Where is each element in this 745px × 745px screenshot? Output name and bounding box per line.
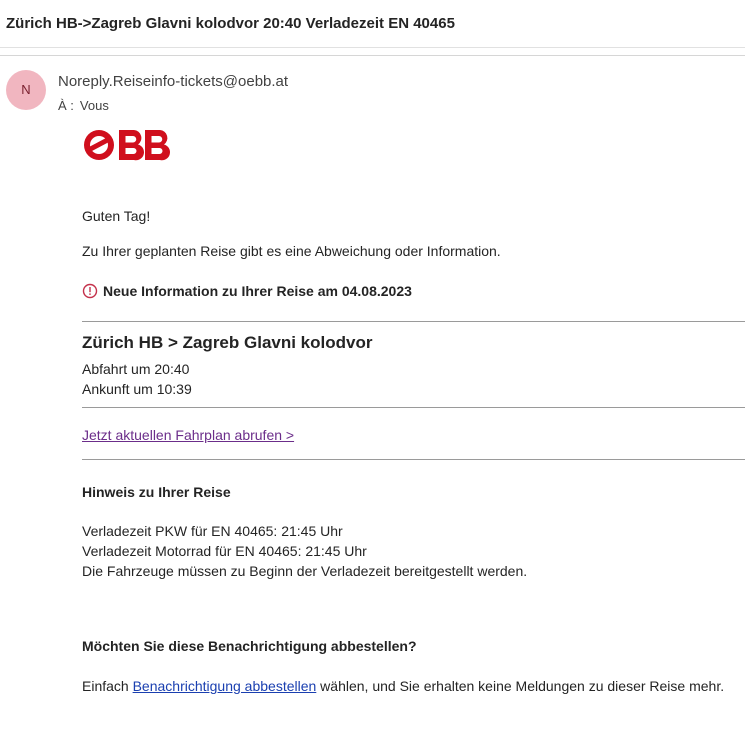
sender-address[interactable]: Noreply.Reiseinfo-tickets@oebb.at: [58, 73, 288, 90]
hinweis-line: Die Fahrzeuge müssen zu Beginn der Verla…: [82, 563, 528, 579]
recipient-row: À : Vous: [58, 98, 109, 113]
greeting: Guten Tag!: [82, 208, 151, 224]
email-subject: Zürich HB->Zagreb Glavni kolodvor 20:40 …: [6, 15, 455, 32]
divider: [82, 459, 745, 460]
hinweis-line: Verladezeit Motorrad für EN 40465: 21:45…: [82, 543, 367, 559]
fahrplan-link[interactable]: Jetzt aktuellen Fahrplan abrufen >: [82, 427, 294, 443]
unsubscribe-heading: Möchten Sie diese Benachrichtigung abbes…: [82, 638, 417, 654]
info-icon: [82, 283, 98, 299]
hinweis-line: Verladezeit PKW für EN 40465: 21:45 Uhr: [82, 523, 343, 539]
divider: [82, 407, 745, 408]
sender-avatar[interactable]: N: [6, 70, 46, 110]
unsubscribe-prefix: Einfach: [82, 678, 133, 694]
obb-logo-graphic: [84, 130, 171, 161]
hinweis-heading: Hinweis zu Ihrer Reise: [82, 484, 231, 500]
obb-logo: [82, 126, 182, 167]
info-heading: Neue Information zu Ihrer Reise am 04.08…: [103, 283, 412, 299]
subject-bar: Zürich HB->Zagreb Glavni kolodvor 20:40 …: [0, 0, 745, 48]
header-divider: [0, 55, 745, 56]
divider: [82, 321, 745, 322]
recipient-value[interactable]: Vous: [80, 98, 109, 113]
info-heading-row: Neue Information zu Ihrer Reise am 04.08…: [82, 283, 412, 299]
arrival-time: Ankunft um 10:39: [82, 381, 192, 397]
unsubscribe-link[interactable]: Benachrichtigung abbestellen: [133, 678, 317, 694]
intro-text: Zu Ihrer geplanten Reise gibt es eine Ab…: [82, 243, 501, 259]
departure-time: Abfahrt um 20:40: [82, 361, 190, 377]
unsubscribe-line: Einfach Benachrichtigung abbestellen wäh…: [82, 678, 724, 694]
route-title: Zürich HB > Zagreb Glavni kolodvor: [82, 333, 373, 352]
recipient-label: À :: [58, 98, 74, 113]
unsubscribe-suffix: wählen, und Sie erhalten keine Meldungen…: [316, 678, 725, 694]
